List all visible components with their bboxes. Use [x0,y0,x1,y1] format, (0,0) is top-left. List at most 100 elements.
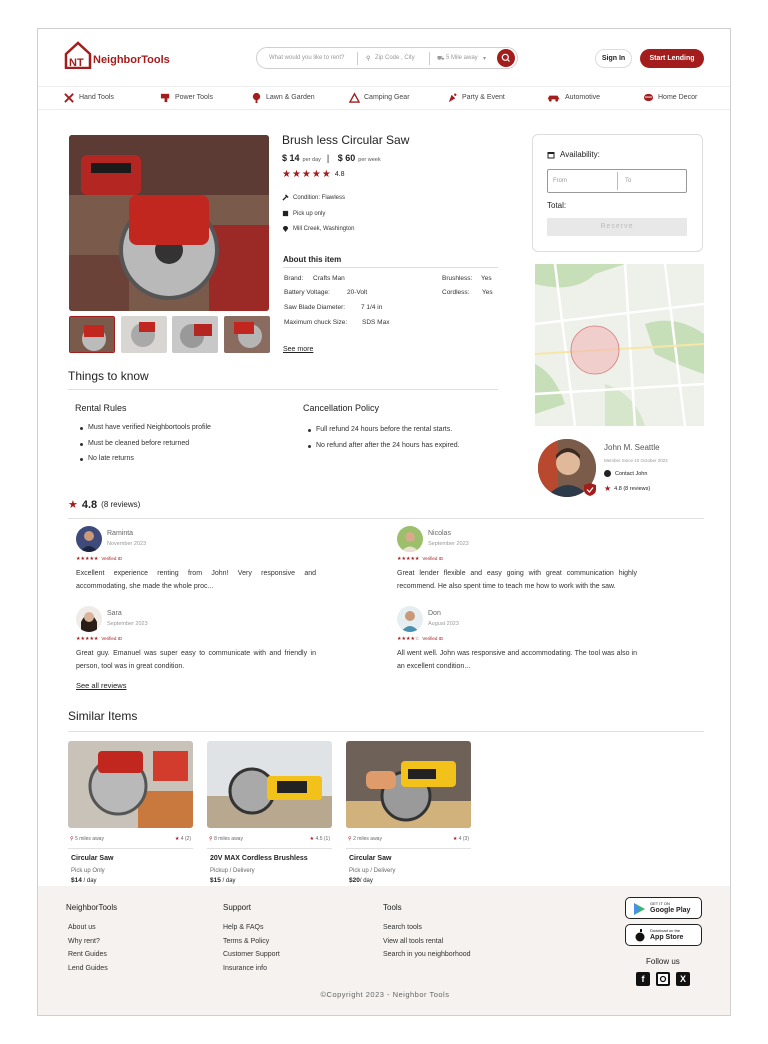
star-icon: ★ [68,499,78,511]
footer-link[interactable]: About us [68,921,108,935]
spec-voltage-label: Battery Voltage: [284,289,330,296]
footer: NeighborTools About us Why rent? Rent Gu… [38,886,730,1015]
price-per-day: $ 14 [282,153,300,163]
divider [283,267,498,268]
verified-badge: Verified ID [422,636,444,641]
x-twitter-icon[interactable]: X [676,972,690,986]
nav-label: Power Tools [175,94,214,101]
google-play-button[interactable]: GET IT ON Google Play [625,897,702,919]
contact-owner-link[interactable]: Contact John [604,470,647,477]
similar-item-card[interactable]: ⚲ 8 miles away ★ 4.5 (1) 20V MAX Cordles… [207,741,332,884]
product-thumbnail[interactable] [121,316,167,353]
footer-link[interactable]: Terms & Policy [223,935,280,949]
verified-shield-icon [584,483,596,496]
follow-us-label: Follow us [646,957,680,966]
nav-item-party-event[interactable]: Party & Event [447,92,505,103]
price-value: $20 [349,877,360,884]
availability-card: Availability: From To Total: Reserve [532,134,703,252]
reserve-button[interactable]: Reserve [547,218,687,236]
instagram-icon[interactable] [656,972,670,986]
review-stars: ★★★★★ Verified ID [76,636,122,642]
condition-text: Condition: Flawless [293,194,346,201]
footer-link[interactable]: Search in you neighborhood [383,948,471,962]
reviews-count: (8 reviews) [101,500,141,509]
see-more-link[interactable]: See more [283,346,313,353]
location-input[interactable]: Zip Code , City [375,55,415,61]
similar-item-price: $14 / day [71,877,193,884]
nav-item-camping-gear[interactable]: Camping Gear [349,92,410,103]
footer-links: About us Why rent? Rent Guides Lend Guid… [68,921,108,975]
category-nav: Hand Tools Power Tools Lawn & Garden Cam… [38,86,730,110]
reviewer-name: Sara [107,610,122,617]
spec-blade-label: Saw Blade Diameter: [284,304,346,311]
search-input[interactable]: What would you like to rent? [269,55,344,61]
review-date: September 2023 [107,621,148,627]
footer-link[interactable]: Why rent? [68,935,108,949]
condition-row: Condition: Flawless [282,194,345,201]
footer-link[interactable]: View all tools rental [383,935,471,949]
footer-links: Help & FAQs Terms & Policy Customer Supp… [223,921,280,975]
distance-select[interactable]: 5 Mile away [446,55,478,61]
availability-header: Availability: [547,150,600,159]
footer-link[interactable]: Rent Guides [68,948,108,962]
spec-brand-label: Brand: [284,275,304,282]
footer-link[interactable]: Lend Guides [68,962,108,976]
footer-link[interactable]: Help & FAQs [223,921,280,935]
nav-item-hand-tools[interactable]: Hand Tools [64,92,114,103]
date-range-picker[interactable]: From To [547,169,687,193]
footer-link[interactable]: Search tools [383,921,471,935]
location-map[interactable] [535,264,704,426]
price-unit: / day [359,878,373,884]
nav-item-home-decor[interactable]: Home Decor [643,92,697,103]
product-main-image[interactable] [69,135,269,311]
search-button[interactable] [497,49,515,67]
see-all-reviews-link[interactable]: See all reviews [76,681,126,690]
logo[interactable]: NT NeighborTools [64,41,170,71]
product-rating: ★★★★★ 4.8 [282,169,345,180]
product-thumbnail[interactable] [69,316,115,353]
similar-item-card[interactable]: ⚲ 5 miles away ★ 4 (2) Circular Saw Pick… [68,741,193,884]
rental-rules-list: Must have verified Neighbortools profile… [78,424,211,471]
rating-stars: ★★★★★ [282,169,332,180]
price-row: $ 14 per day | $ 60 per week [282,153,387,163]
nav-item-power-tools[interactable]: Power Tools [160,92,213,103]
stars: ★★★★★ [76,636,99,642]
similar-item-price: $15 / day [210,877,332,884]
review-text: All went well. John was responsive and a… [397,650,637,670]
app-store-button[interactable]: Download on the App Store [625,924,702,946]
sign-in-button[interactable]: Sign In [595,49,632,68]
facebook-icon[interactable]: f [636,972,650,986]
nav-item-lawn-garden[interactable]: Lawn & Garden [251,92,315,103]
reviewer-name: Raminta [107,530,134,537]
logo-letters: NT [69,57,84,69]
similar-item-option: Pick up Only [71,868,105,874]
list-item: No late returns [78,455,211,471]
range-divider [617,172,618,190]
store-name: Google Play [650,907,691,914]
similar-item-price: $20/ day [349,877,471,884]
rating-value: 4 [458,836,462,842]
footer-link[interactable]: Customer Support [223,948,280,962]
rating-label: ★ 4.5 (1) [310,836,330,842]
divider [68,389,498,390]
review-text: Great guy. Emanuel was super easy to com… [76,650,316,670]
from-date-input[interactable]: From [553,178,567,184]
search-bar[interactable]: What would you like to rent? ⚲ Zip Code … [256,47,518,69]
product-thumbnail[interactable] [172,316,218,353]
similar-item-meta: ⚲ 5 miles away ★ 4 (2) [68,834,193,848]
to-date-input[interactable]: To [625,178,631,184]
start-lending-button[interactable]: Start Lending [640,49,704,68]
product-thumbnail[interactable] [224,316,270,353]
map-pin-icon [282,225,289,232]
nav-item-automotive[interactable]: Automotive [546,92,600,103]
reviews-rating: 4.8 [81,498,98,511]
page-frame: NT NeighborTools What would you like to … [37,28,731,1016]
distance-label: ⚲ 5 miles away [70,836,104,842]
footer-link[interactable]: Insurance info [223,962,280,976]
availability-title: Availability: [560,150,600,159]
footer-col-title: NeighborTools [66,903,118,912]
similar-item-card[interactable]: ⚲ 2 miles away ★ 4 (3) Circular Saw Pick… [346,741,471,884]
search-icon [501,53,510,62]
nav-label: Home Decor [658,94,698,101]
distance-text: 8 miles away [214,836,243,842]
